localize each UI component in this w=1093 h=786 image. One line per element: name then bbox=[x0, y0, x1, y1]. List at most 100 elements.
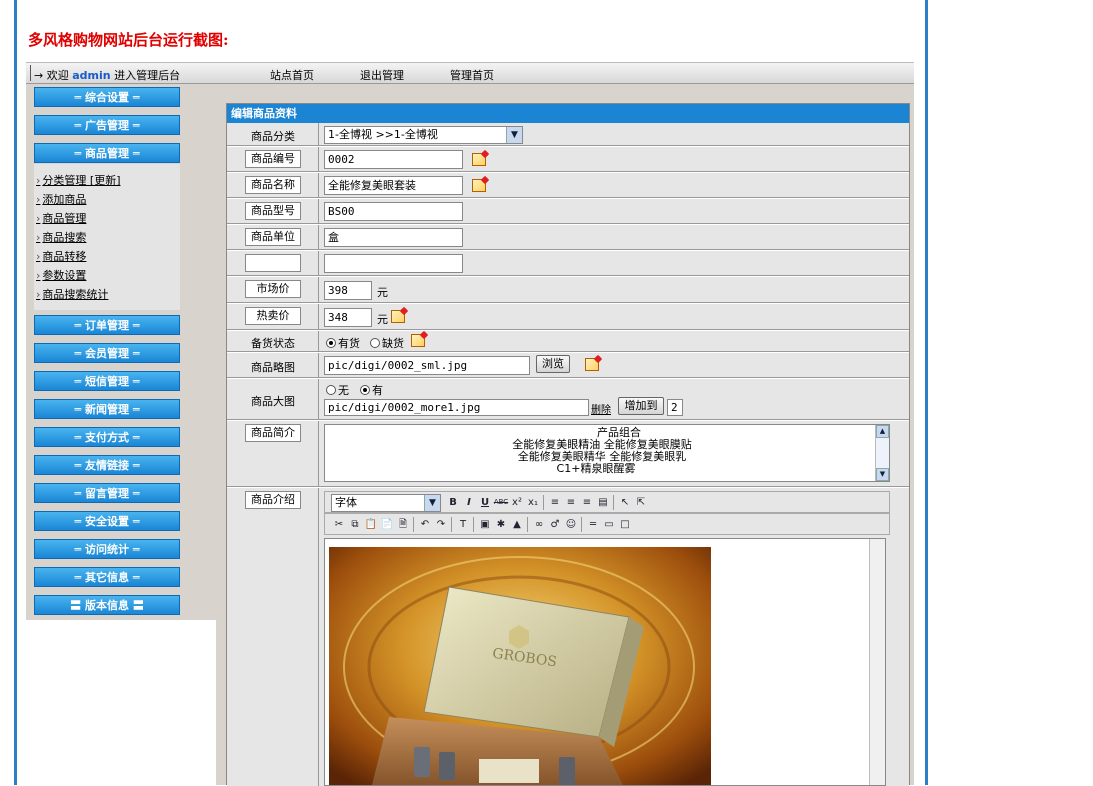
edit-icon[interactable] bbox=[391, 310, 405, 323]
unlink-icon[interactable]: ♂ bbox=[547, 517, 563, 532]
menu-payment-methods[interactable]: ═ 支付方式 ═ bbox=[34, 427, 180, 447]
image-have-radio[interactable]: 有 bbox=[360, 382, 383, 398]
undo-icon[interactable]: ↶ bbox=[417, 517, 433, 532]
flash-icon[interactable]: ✱ bbox=[493, 517, 509, 532]
align-justify-icon[interactable]: ▤ bbox=[595, 495, 611, 510]
menu-message-management[interactable]: ═ 留言管理 ═ bbox=[34, 483, 180, 503]
nav-logout[interactable]: 退出管理 bbox=[360, 67, 404, 83]
menu-version-info[interactable]: 〓 版本信息 〓 bbox=[34, 595, 180, 615]
row-product-name: 商品名称 全能修复美眼套装 bbox=[227, 173, 909, 198]
model-label: 商品型号 bbox=[245, 202, 301, 220]
edit-icon[interactable] bbox=[585, 358, 599, 371]
menu-product-management[interactable]: ═ 商品管理 ═ bbox=[34, 143, 180, 163]
market-price-input[interactable]: 398 bbox=[324, 281, 372, 300]
bold-icon[interactable]: B bbox=[445, 495, 461, 510]
edit-icon[interactable] bbox=[472, 179, 486, 192]
table-icon[interactable]: ▭ bbox=[601, 517, 617, 532]
custom-field-input[interactable] bbox=[324, 254, 463, 273]
scroll-down-icon[interactable]: ▼ bbox=[876, 468, 889, 481]
cut-icon[interactable]: ✂ bbox=[331, 517, 347, 532]
align-center-icon[interactable]: ≡ bbox=[563, 495, 579, 510]
underline-icon[interactable]: U bbox=[477, 495, 493, 510]
menu-general-settings[interactable]: ═ 综合设置 ═ bbox=[34, 87, 180, 107]
menu-friend-links[interactable]: ═ 友情链接 ═ bbox=[34, 455, 180, 475]
delete-link[interactable]: 删除 bbox=[591, 401, 611, 416]
brief-textarea[interactable]: 产品组合 全能修复美眼精油 全能修复美眼膜贴 全能修复美眼精华 全能修复美眼乳 … bbox=[324, 424, 890, 482]
media-icon[interactable]: ▲ bbox=[509, 517, 525, 532]
menu-other-info[interactable]: ═ 其它信息 ═ bbox=[34, 567, 180, 587]
category-select[interactable]: 1-全博视 >>1-全博视 ▼ bbox=[324, 126, 523, 144]
submenu-search-stats[interactable]: › 商品搜索统计 bbox=[36, 286, 108, 302]
market-price-label: 市场价 bbox=[245, 280, 301, 298]
paste-text-icon[interactable]: 📄 bbox=[379, 517, 395, 532]
edit-icon[interactable] bbox=[472, 153, 486, 166]
menu-order-management[interactable]: ═ 订单管理 ═ bbox=[34, 315, 180, 335]
strikethrough-icon[interactable]: ABC bbox=[493, 495, 509, 510]
menu-sms-management[interactable]: ═ 短信管理 ═ bbox=[34, 371, 180, 391]
brief-scrollbar[interactable]: ▲ ▼ bbox=[875, 425, 889, 481]
italic-icon[interactable]: I bbox=[461, 495, 477, 510]
submenu-product-search[interactable]: › 商品搜索 bbox=[36, 229, 86, 245]
custom-field-label[interactable] bbox=[245, 254, 301, 272]
align-right-icon[interactable]: ≡ bbox=[579, 495, 595, 510]
nav-admin-home[interactable]: 管理首页 bbox=[450, 67, 494, 83]
scroll-up-icon[interactable]: ▲ bbox=[876, 425, 889, 438]
large-image-label: 商品大图 bbox=[251, 395, 295, 408]
category-label: 商品分类 bbox=[251, 130, 295, 143]
hot-price-input[interactable]: 348 bbox=[324, 308, 372, 327]
font-select[interactable]: 字体 ▼ bbox=[331, 494, 441, 512]
superscript-icon[interactable]: x² bbox=[509, 495, 525, 510]
link-icon[interactable]: ∞ bbox=[531, 517, 547, 532]
add-to-count-input[interactable]: 2 bbox=[667, 399, 683, 416]
row-large-image: 商品大图 无 有 pic/digi/0002_more1.jpg 删除 增加到 … bbox=[227, 379, 909, 420]
product-model-input[interactable]: BS00 bbox=[324, 202, 463, 221]
editor-scrollbar[interactable] bbox=[869, 539, 885, 785]
product-name-input[interactable]: 全能修复美眼套装 bbox=[324, 176, 463, 195]
image-none-radio[interactable]: 无 bbox=[326, 382, 349, 398]
product-unit-input[interactable]: 盒 bbox=[324, 228, 463, 247]
menu-news-management[interactable]: ═ 新闻管理 ═ bbox=[34, 399, 180, 419]
horizontal-rule-icon[interactable]: ═ bbox=[585, 517, 601, 532]
nav-site-home[interactable]: 站点首页 bbox=[270, 67, 314, 83]
menu-member-management[interactable]: ═ 会员管理 ═ bbox=[34, 343, 180, 363]
toolbar-separator bbox=[581, 517, 582, 532]
row-thumbnail: 商品略图 pic/digi/0002_sml.jpg 浏览 bbox=[227, 353, 909, 378]
submenu-product-manage[interactable]: › 商品管理 bbox=[36, 210, 86, 226]
cursor-icon[interactable]: ↖ bbox=[617, 495, 633, 510]
large-image-path-input[interactable]: pic/digi/0002_more1.jpg bbox=[324, 399, 589, 416]
menu-security-settings[interactable]: ═ 安全设置 ═ bbox=[34, 511, 180, 531]
product-code-input[interactable]: 0002 bbox=[324, 150, 463, 169]
admin-username: admin bbox=[72, 69, 111, 82]
welcome-text: → 欢迎 admin 进入管理后台 bbox=[34, 67, 180, 83]
text-box-icon[interactable]: T bbox=[455, 517, 471, 532]
thumbnail-path-input[interactable]: pic/digi/0002_sml.jpg bbox=[324, 356, 530, 375]
add-to-button[interactable]: 增加到 bbox=[618, 397, 664, 415]
row-brief: 商品简介 产品组合 全能修复美眼精油 全能修复美眼膜贴 全能修复美眼精华 全能修… bbox=[227, 421, 909, 487]
stock-label: 备货状态 bbox=[251, 337, 295, 350]
edit-icon[interactable] bbox=[411, 334, 425, 347]
copy-icon[interactable]: ⧉ bbox=[347, 517, 363, 532]
stock-yes-radio[interactable]: 有货 bbox=[326, 335, 360, 351]
subscript-icon[interactable]: x₁ bbox=[525, 495, 541, 510]
rich-text-editor-area[interactable]: GROBOS bbox=[324, 538, 886, 786]
submenu-category[interactable]: › 分类管理 [更新] bbox=[36, 172, 121, 188]
row-product-code: 商品编号 0002 bbox=[227, 147, 909, 172]
image-icon[interactable]: ▣ bbox=[477, 517, 493, 532]
welcome-suffix: 进入管理后台 bbox=[114, 69, 181, 82]
submenu-add-product[interactable]: › 添加商品 bbox=[36, 191, 86, 207]
menu-visit-stats[interactable]: ═ 访问统计 ═ bbox=[34, 539, 180, 559]
paste-word-icon[interactable]: 🗎 bbox=[395, 517, 411, 532]
submenu-parameters[interactable]: › 参数设置 bbox=[36, 267, 86, 283]
smiley-icon[interactable]: ☺ bbox=[563, 517, 579, 532]
intro-label: 商品介绍 bbox=[245, 491, 301, 509]
stock-no-radio[interactable]: 缺货 bbox=[370, 335, 404, 351]
fullscreen-icon[interactable]: □ bbox=[617, 517, 633, 532]
align-left-icon[interactable]: ≡ bbox=[547, 495, 563, 510]
menu-ad-management[interactable]: ═ 广告管理 ═ bbox=[34, 115, 180, 135]
pointer-icon[interactable]: ⇱ bbox=[633, 495, 649, 510]
redo-icon[interactable]: ↷ bbox=[433, 517, 449, 532]
yuan-unit: 元 bbox=[377, 286, 388, 299]
submenu-product-transfer[interactable]: › 商品转移 bbox=[36, 248, 86, 264]
browse-button[interactable]: 浏览 bbox=[536, 355, 570, 373]
paste-icon[interactable]: 📋 bbox=[363, 517, 379, 532]
